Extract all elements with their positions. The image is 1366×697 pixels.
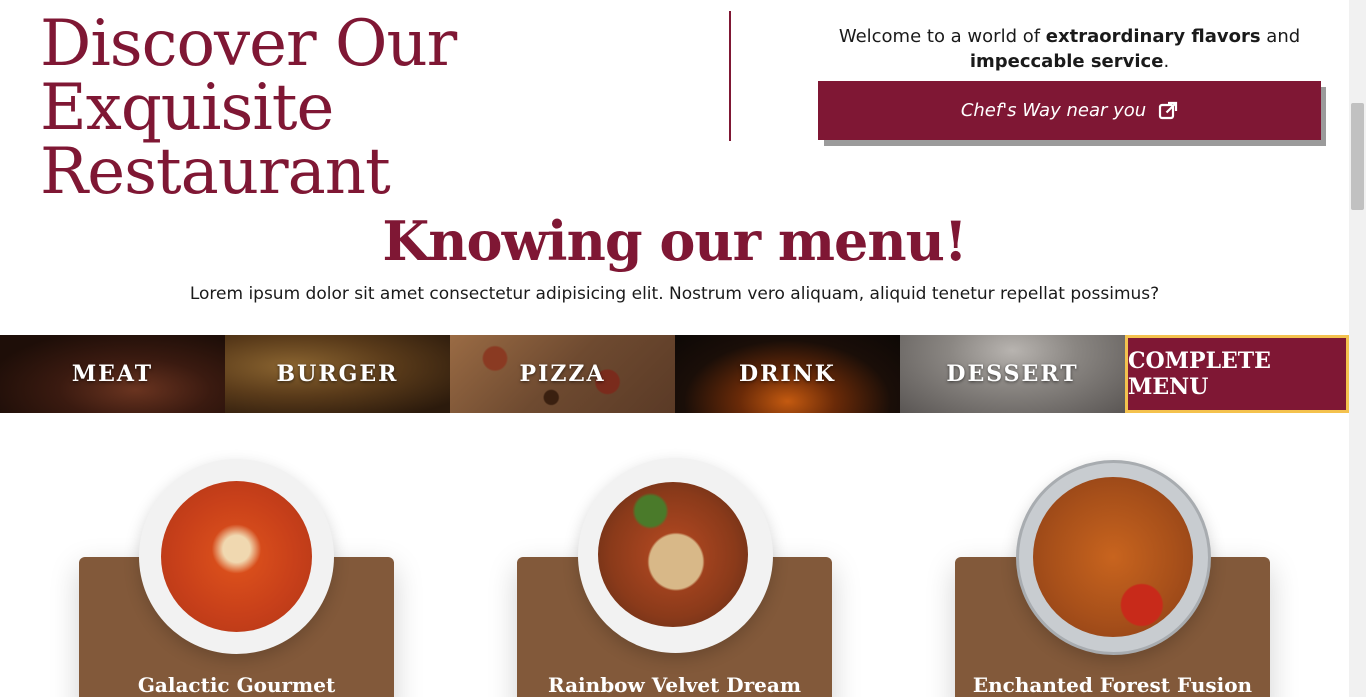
scrollbar-thumb[interactable] xyxy=(1351,103,1364,210)
category-pizza[interactable]: PIZZA xyxy=(450,335,675,413)
welcome-bold-service: impeccable service xyxy=(969,51,1164,72)
category-complete-menu[interactable]: COMPLETE MENU xyxy=(1125,335,1349,413)
dish-title-3: Enchanted Forest Fusion xyxy=(972,673,1253,697)
welcome-suffix: . xyxy=(1163,51,1170,72)
dish-image-1 xyxy=(139,459,334,654)
category-drink-label: DRINK xyxy=(739,361,836,387)
hero-title-line2: Restaurant xyxy=(40,135,391,209)
category-dessert[interactable]: DESSERT xyxy=(900,335,1125,413)
category-meat-label: MEAT xyxy=(71,361,154,387)
chefs-way-label: Chef's Way near you xyxy=(960,100,1147,121)
hero-title-line1: Discover Our Exquisite xyxy=(40,7,457,145)
menu-subtitle: Lorem ipsum dolor sit amet consectetur a… xyxy=(189,284,1160,304)
chefs-way-button[interactable]: Chef's Way near you xyxy=(818,81,1321,140)
external-link-icon xyxy=(1159,101,1178,119)
welcome-text: Welcome to a world of extraordinary flav… xyxy=(818,24,1321,74)
category-drink[interactable]: DRINK xyxy=(675,335,900,413)
category-dessert-label: DESSERT xyxy=(946,361,1079,387)
hero-title: Discover Our Exquisite Restaurant xyxy=(40,12,720,204)
category-burger-label: BURGER xyxy=(276,361,399,387)
welcome-mid: and xyxy=(1260,26,1301,47)
page-scrollbar[interactable] xyxy=(1349,0,1366,697)
dish-image-2 xyxy=(578,458,773,653)
menu-heading: Knowing our menu! xyxy=(382,209,967,273)
welcome-prefix: Welcome to a world of xyxy=(838,26,1046,47)
welcome-bold-flavors: extraordinary flavors xyxy=(1045,26,1261,47)
category-strip: MEAT BURGER PIZZA DRINK DESSERT COMPLETE… xyxy=(0,335,1349,413)
category-complete-menu-label: COMPLETE MENU xyxy=(1128,348,1271,400)
category-meat[interactable]: MEAT xyxy=(0,335,225,413)
dish-title-2: Rainbow Velvet Dream xyxy=(548,673,801,697)
dish-image-3 xyxy=(1016,460,1211,655)
hero-divider xyxy=(729,11,731,141)
dish-title-1: Galactic Gourmet xyxy=(137,673,336,697)
category-burger[interactable]: BURGER xyxy=(225,335,450,413)
category-pizza-label: PIZZA xyxy=(519,361,606,387)
